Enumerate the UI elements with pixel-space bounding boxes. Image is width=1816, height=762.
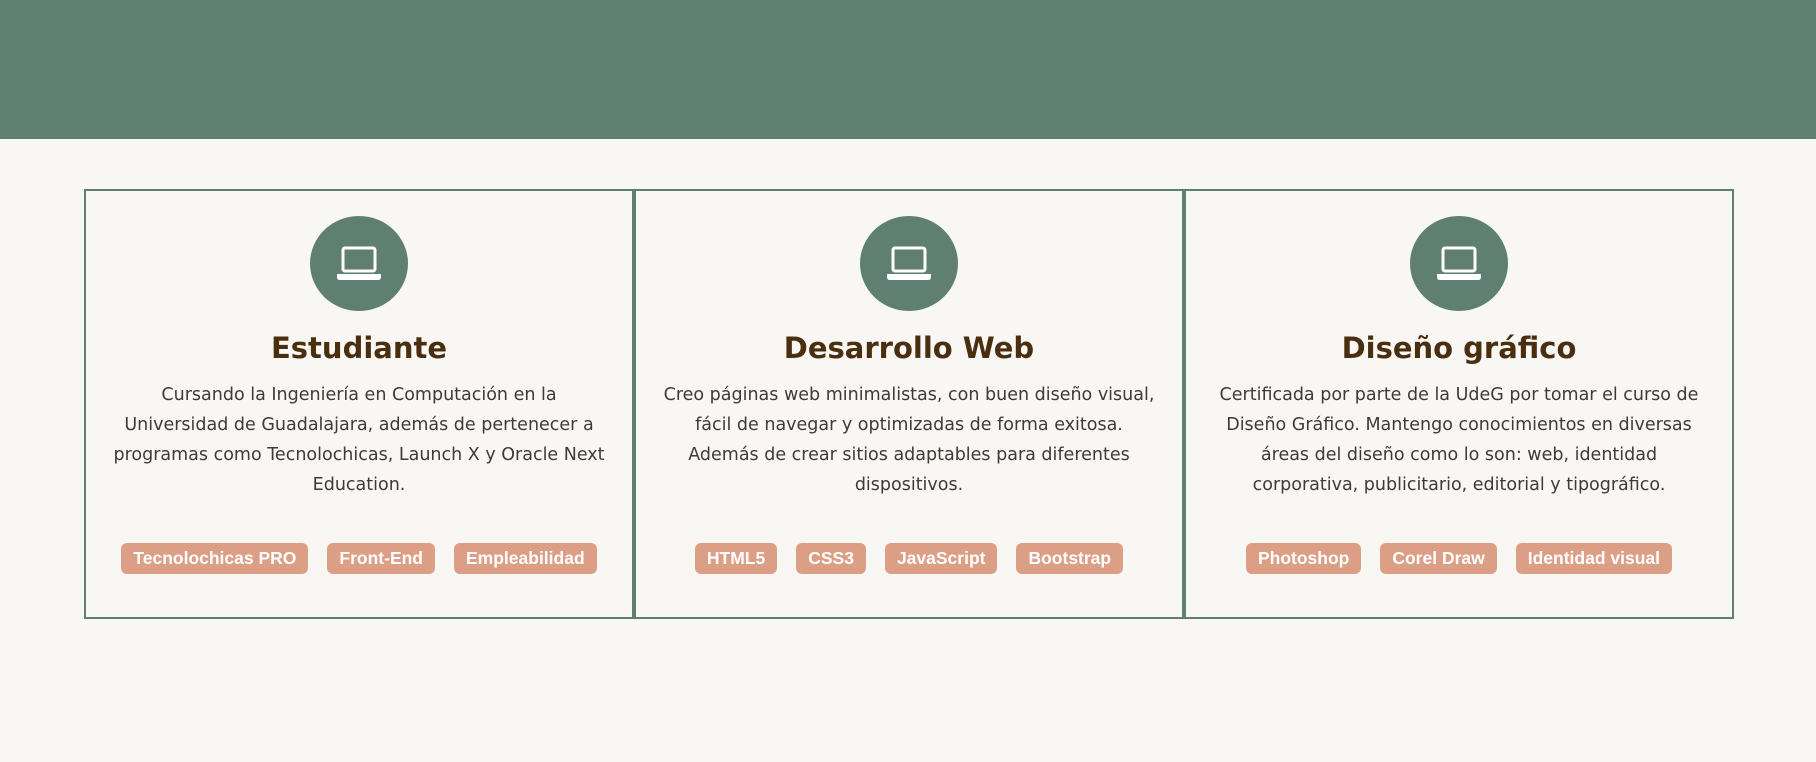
card-diseno-grafico: Diseño gráfico Certificada por parte de … xyxy=(1184,189,1734,619)
card-desarrollo-web: Desarrollo Web Creo páginas web minimali… xyxy=(634,189,1184,619)
tag-badge: JavaScript xyxy=(884,543,998,574)
card-description: Cursando la Ingeniería en Computación en… xyxy=(113,385,605,495)
tag-list: HTML5 CSS3 JavaScript Bootstrap xyxy=(636,543,1182,574)
tag-badge: Empleabilidad xyxy=(454,543,597,574)
tag-badge: Corel Draw xyxy=(1380,543,1497,574)
tag-badge: CSS3 xyxy=(796,543,866,574)
laptop-icon xyxy=(860,216,958,311)
tag-badge: HTML5 xyxy=(694,543,778,574)
card-title: Desarrollo Web xyxy=(783,331,1035,365)
card-description: Creo páginas web minimalistas, con buen … xyxy=(663,385,1155,495)
tag-badge: Photoshop xyxy=(1245,543,1362,574)
tag-badge: Tecnolochicas PRO xyxy=(121,543,309,574)
card-title: Diseño gráfico xyxy=(1341,331,1577,365)
tag-badge: Identidad visual xyxy=(1515,543,1672,574)
laptop-icon xyxy=(1410,216,1508,311)
tag-badge: Front-End xyxy=(327,543,435,574)
tag-list: Photoshop Corel Draw Identidad visual xyxy=(1186,543,1732,574)
card-title: Estudiante xyxy=(270,331,448,365)
tag-list: Tecnolochicas PRO Front-End Empleabilida… xyxy=(86,543,632,574)
laptop-icon xyxy=(310,216,408,311)
tag-badge: Bootstrap xyxy=(1016,543,1124,574)
header-band xyxy=(0,0,1816,139)
card-estudiante: Estudiante Cursando la Ingeniería en Com… xyxy=(84,189,634,619)
card-description: Certificada por parte de la UdeG por tom… xyxy=(1219,385,1699,495)
skills-cards: Estudiante Cursando la Ingeniería en Com… xyxy=(84,189,1734,619)
